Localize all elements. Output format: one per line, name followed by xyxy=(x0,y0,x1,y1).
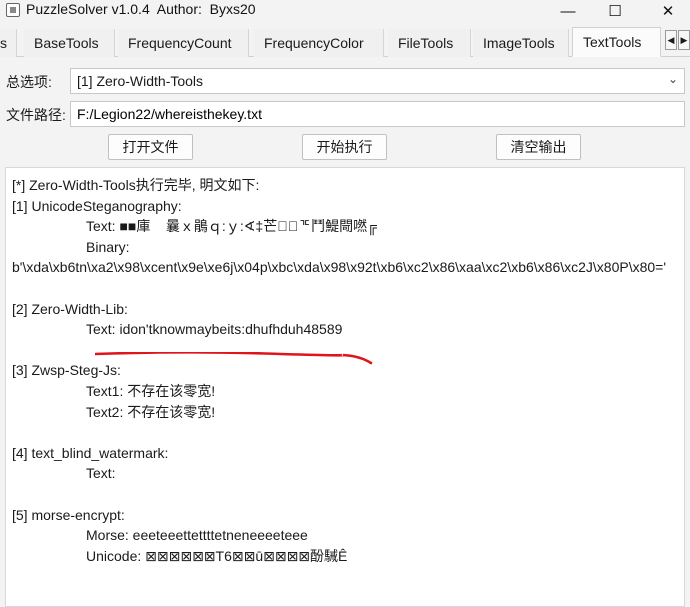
tab-partial[interactable]: s xyxy=(0,29,17,57)
open-file-button[interactable]: 打开文件 xyxy=(108,134,193,160)
minimize-button[interactable]: — xyxy=(545,0,591,22)
tab-bar: s BaseTools FrequencyCount FrequencyColo… xyxy=(0,27,690,57)
window-title: PuzzleSolver v1.0.4 Author: Byxs20 xyxy=(26,1,256,17)
output-text-key: Text: idon'tknowmaybeits:dhufhduh48589 xyxy=(86,321,343,338)
tab-filetools[interactable]: FileTools xyxy=(388,29,471,57)
options-select[interactable]: [1] Zero-Width-Tools ⌄ xyxy=(70,68,685,94)
maximize-button[interactable]: ☐ xyxy=(592,0,638,22)
tab-basetools[interactable]: BaseTools xyxy=(24,29,115,57)
red-underline-annotation xyxy=(95,352,373,365)
output-header: [*] Zero-Width-Tools执行完毕, 明文如下: xyxy=(12,177,260,193)
tab-frequencycolor[interactable]: FrequencyColor xyxy=(254,29,384,57)
clear-output-button[interactable]: 清空输出 xyxy=(496,134,581,160)
output-text2: Text2: 不存在该零宽! xyxy=(86,403,216,420)
output-unicode: Unicode: ⊠⊠⊠⊠⊠⊠T6⊠⊠ū⊠⊠⊠⊠酚駴Ê xyxy=(86,547,348,564)
options-value: [1] Zero-Width-Tools xyxy=(77,73,204,89)
output-text1: Text1: 不存在该零宽! xyxy=(86,382,216,399)
options-label: 总选项: xyxy=(6,74,52,90)
output-text: Text: xyxy=(86,465,116,482)
tab-texttools[interactable]: TextTools xyxy=(572,27,661,57)
section-title: [1] UnicodeSteganography: xyxy=(12,197,182,214)
title-bar: PuzzleSolver v1.0.4 Author: Byxs20 — ☐ ✕ xyxy=(0,0,690,22)
tab-imagetools[interactable]: ImageTools xyxy=(473,29,569,57)
output-binary-value: b'\xda\xb6tn\xa2\x98\xcent\x9e\xe6j\x04p… xyxy=(12,259,667,276)
close-button[interactable]: ✕ xyxy=(645,0,690,22)
tab-scroll-left-icon[interactable]: ◀ xyxy=(665,30,677,50)
output-morse: Morse: eeeteeettettttetneneeeeteee xyxy=(86,527,308,544)
section-title: [4] text_blind_watermark: xyxy=(12,444,169,461)
tab-scroll-right-icon[interactable]: ▶ xyxy=(678,30,690,50)
run-button[interactable]: 开始执行 xyxy=(302,134,387,160)
section-title: [5] morse-encrypt: xyxy=(12,506,125,523)
app-icon xyxy=(6,3,20,17)
file-path-label: 文件路径: xyxy=(6,107,66,123)
chevron-down-icon: ⌄ xyxy=(667,72,678,86)
output-binary-label: Binary: xyxy=(86,238,130,255)
output-text: Text: ■■庫 曩ｘ鵑ｑ:ｙ:∢‡芒髟᪹ᅚ鬥鯷閜嘫╔ xyxy=(86,218,378,235)
file-path-input[interactable] xyxy=(70,101,685,127)
section-title: [2] Zero-Width-Lib: xyxy=(12,300,128,317)
output-textarea[interactable]: [*] Zero-Width-Tools执行完毕, 明文如下: [1] Unic… xyxy=(5,167,685,607)
tab-frequencycount[interactable]: FrequencyCount xyxy=(118,29,249,57)
